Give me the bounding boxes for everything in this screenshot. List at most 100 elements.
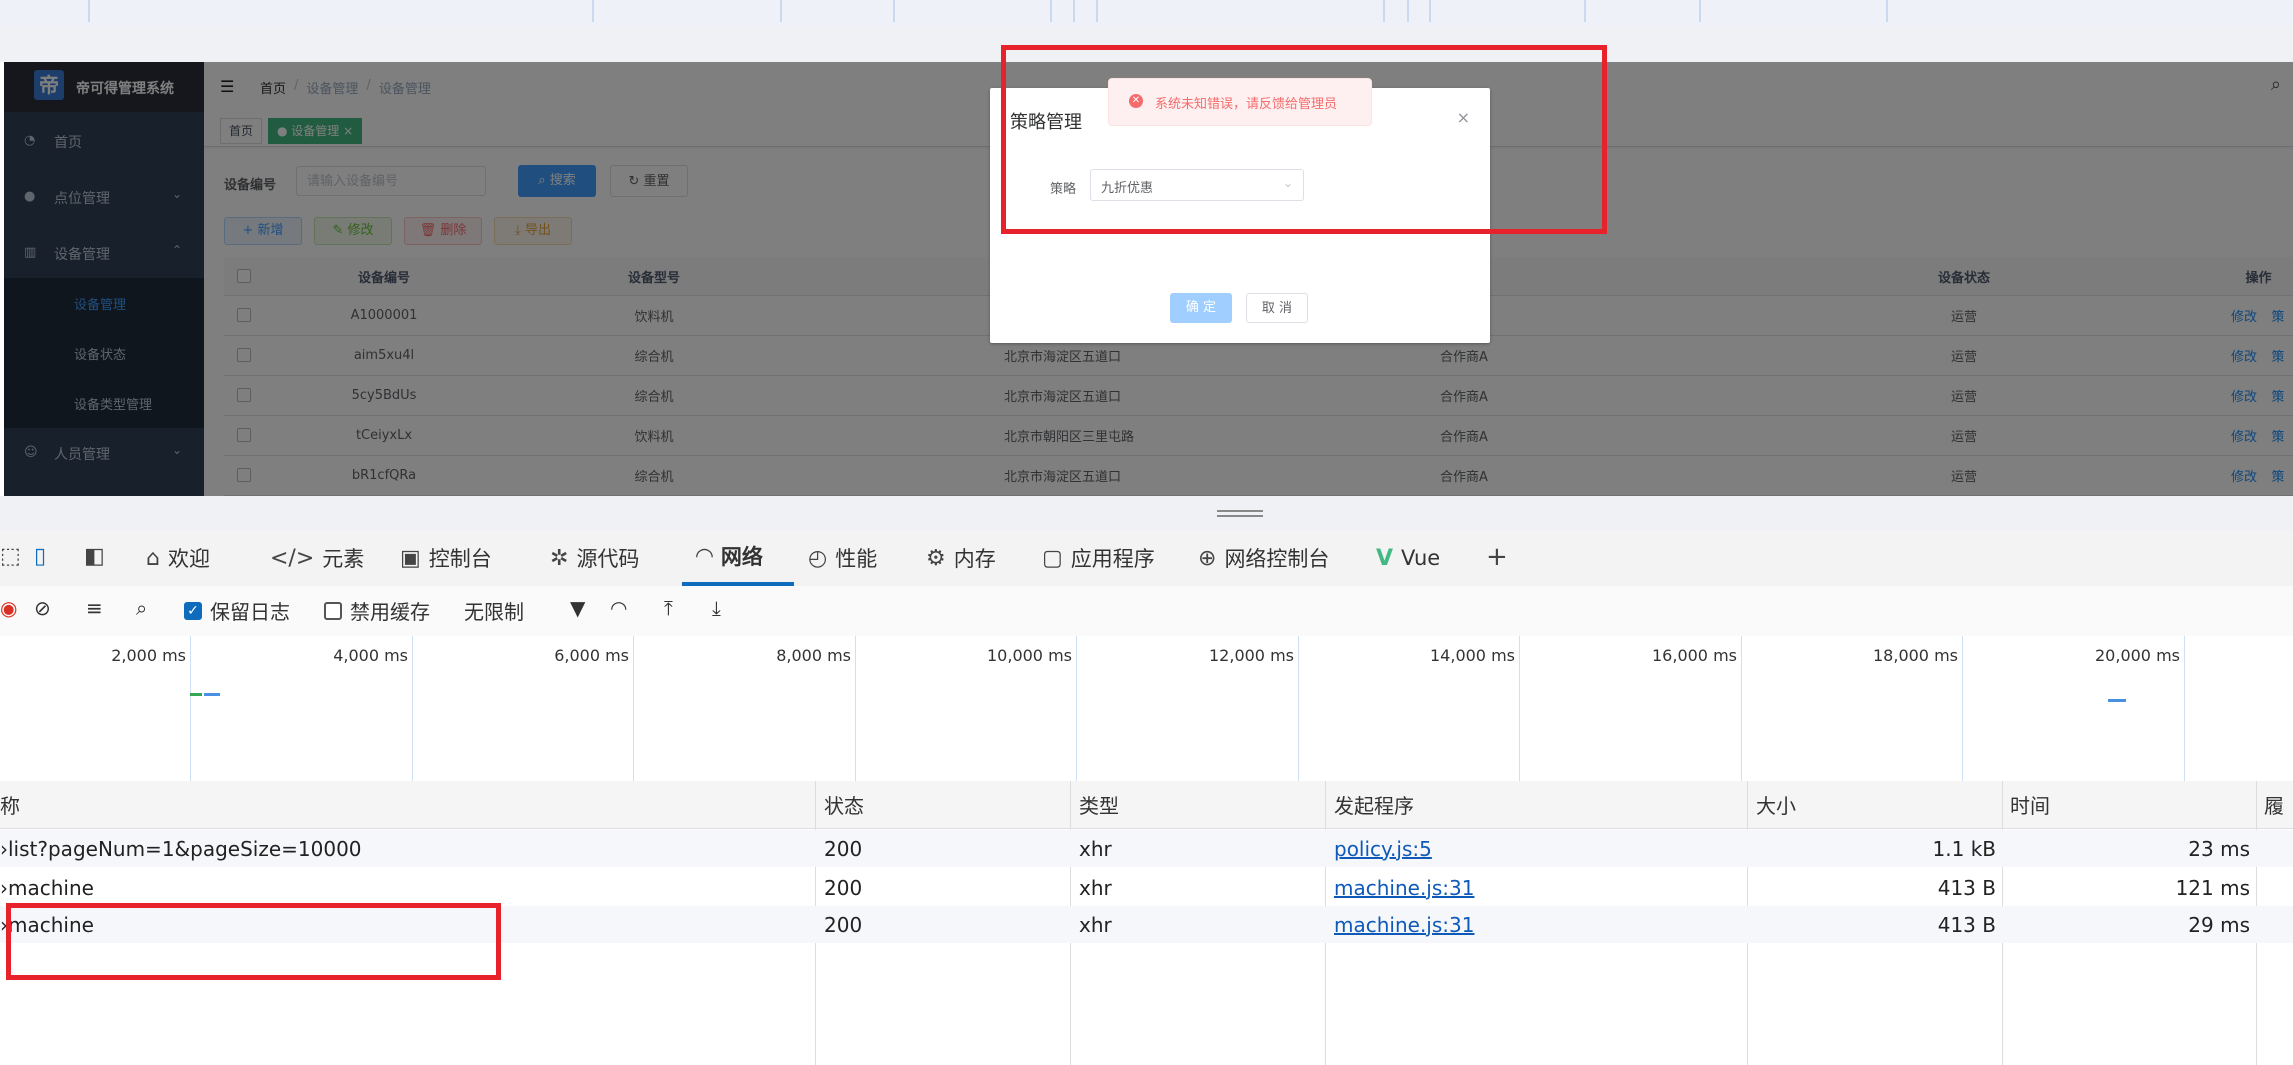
upload-icon[interactable]: ⤒ [664, 596, 673, 620]
disable-cache-checkbox[interactable]: 禁用缓存 [324, 596, 430, 625]
timeline-gridline [633, 636, 634, 781]
strip-tick [592, 0, 594, 22]
strip-tick [1096, 0, 1098, 22]
request-name-text: list?pageNum=1&pageSize=10000 [8, 836, 362, 861]
annotation-box-dialog [1001, 45, 1607, 234]
gauge-icon: ◴ [808, 545, 828, 571]
throttle-select[interactable]: 无限制 [464, 596, 524, 625]
search-icon[interactable]: ⌕ [136, 596, 147, 620]
home-icon: ⌂ [146, 545, 160, 571]
device-toggle-icon[interactable]: ▯ [34, 544, 46, 569]
timeline-gridline [412, 636, 413, 781]
col-size[interactable]: 大小 [1756, 781, 1796, 828]
timeline-tick-label: 8,000 ms [776, 646, 851, 665]
tab-console[interactable]: ▣ 控制台 [400, 530, 492, 586]
dropdown-arrow-icon[interactable]: ▼ [570, 596, 585, 620]
devtools-tabbar: ⬚ ▯ ◧ ⌂ 欢迎 </> 元素 ▣ 控制台 ✲ 源代码 ◠ 网络 ◴ 性能 ⚙ 内存 ▢ 应… [0, 530, 2293, 587]
tab-welcome[interactable]: ⌂ 欢迎 [146, 530, 210, 586]
network-conditions-icon[interactable]: ◠ [610, 596, 627, 620]
request-status: 200 [824, 912, 863, 937]
timeline-request-bar [2108, 699, 2126, 702]
tab-label: 网络控制台 [1224, 547, 1330, 571]
dock-icon[interactable]: ◧ [84, 544, 105, 569]
drag-handle-icon[interactable] [1217, 510, 1263, 512]
tab-elements[interactable]: </> 元素 [270, 530, 364, 586]
checkbox-label: 禁用缓存 [350, 600, 430, 624]
tab-memory[interactable]: ⚙ 内存 [926, 530, 996, 586]
code-icon: </> [270, 545, 315, 571]
request-type: xhr [1079, 875, 1112, 900]
cancel-button[interactable]: 取 消 [1246, 293, 1308, 323]
col-time[interactable]: 时间 [2010, 781, 2050, 828]
col-waterfall[interactable]: 履 [2264, 781, 2284, 828]
tab-network-console[interactable]: ⊕ 网络控制台 [1198, 530, 1329, 586]
download-icon[interactable]: ⤓ [712, 596, 721, 620]
request-name: › machine [0, 869, 94, 906]
request-name: › list?pageNum=1&pageSize=10000 [0, 830, 362, 867]
timeline-request-bar [204, 693, 220, 696]
strip-tick [1584, 0, 1586, 22]
strip-tick [1886, 0, 1888, 22]
console-icon: ▣ [400, 545, 421, 571]
timeline-tick-label: 6,000 ms [554, 646, 629, 665]
timeline-tick-label: 16,000 ms [1652, 646, 1737, 665]
bug-icon: ✲ [550, 545, 569, 571]
tab-application[interactable]: ▢ 应用程序 [1042, 530, 1155, 586]
strip-tick [780, 0, 782, 22]
request-type: xhr [1079, 836, 1112, 861]
checkbox-unchecked-icon [324, 601, 342, 620]
request-time: 23 ms [2188, 836, 2250, 861]
network-timeline[interactable]: 2,000 ms 4,000 ms 6,000 ms 8,000 ms 10,0… [0, 636, 2293, 782]
tab-sources[interactable]: ✲ 源代码 [550, 530, 639, 586]
strip-tick [1073, 0, 1075, 22]
timeline-tick-label: 12,000 ms [1209, 646, 1294, 665]
col-type[interactable]: 类型 [1079, 781, 1119, 828]
timeline-gridline [1519, 636, 1520, 781]
add-tab-icon[interactable]: + [1486, 542, 1508, 572]
timeline-gridline [1298, 636, 1299, 781]
strip-tick [1429, 0, 1431, 22]
browser-top-strip [0, 0, 2293, 27]
timeline-tick-label: 14,000 ms [1430, 646, 1515, 665]
strip-tick [1383, 0, 1385, 22]
network-toolbar: ◉ ⊘ ≡ ⌕ ✓ 保留日志 禁用缓存 无限制 ▼ ◠ ⤒ ⤓ [0, 586, 2293, 637]
tab-performance[interactable]: ◴ 性能 [808, 530, 877, 586]
strip-tick [893, 0, 895, 22]
timeline-gridline [1741, 636, 1742, 781]
tab-label: 网络 [720, 545, 763, 569]
network-request-row[interactable]: › list?pageNum=1&pageSize=10000 200 xhr … [0, 830, 2293, 867]
request-time: 29 ms [2188, 912, 2250, 937]
chip-icon: ⚙ [926, 545, 946, 571]
confirm-button[interactable]: 确 定 [1170, 293, 1232, 323]
inspect-icon[interactable]: ⬚ [0, 544, 21, 569]
strip-tick [88, 0, 90, 22]
col-name[interactable]: 称 [0, 781, 20, 828]
timeline-gridline [855, 636, 856, 781]
tab-label: 源代码 [576, 547, 640, 571]
tab-vue[interactable]: V Vue [1376, 530, 1440, 586]
wifi-icon: ◠ [696, 543, 713, 569]
timeline-tick-label: 2,000 ms [111, 646, 186, 665]
checkbox-label: 保留日志 [210, 600, 290, 624]
clear-icon[interactable]: ⊘ [34, 596, 51, 620]
app-icon: ▢ [1042, 545, 1063, 571]
request-initiator-link[interactable]: machine.js:31 [1334, 869, 1474, 906]
tab-label: 内存 [953, 547, 996, 571]
filter-icon[interactable]: ≡ [86, 596, 103, 620]
col-status[interactable]: 状态 [824, 781, 864, 828]
request-status: 200 [824, 836, 863, 861]
request-initiator-link[interactable]: policy.js:5 [1334, 830, 1432, 867]
record-icon[interactable]: ◉ [0, 596, 17, 620]
tab-network[interactable]: ◠ 网络 [682, 530, 794, 586]
timeline-tick-label: 4,000 ms [333, 646, 408, 665]
network-request-row[interactable]: › machine 200 xhr machine.js:31 413 B 12… [0, 869, 2293, 906]
strip-tick [1407, 0, 1409, 22]
request-initiator-link[interactable]: machine.js:31 [1334, 906, 1474, 943]
request-size: 413 B [1937, 912, 1996, 937]
preserve-log-checkbox[interactable]: ✓ 保留日志 [184, 596, 290, 625]
tab-label: 应用程序 [1070, 547, 1155, 571]
col-initiator[interactable]: 发起程序 [1334, 781, 1414, 828]
request-size: 1.1 kB [1932, 836, 1996, 861]
globe-icon: ⊕ [1198, 545, 1217, 571]
devtools-splitter[interactable] [0, 496, 2293, 530]
